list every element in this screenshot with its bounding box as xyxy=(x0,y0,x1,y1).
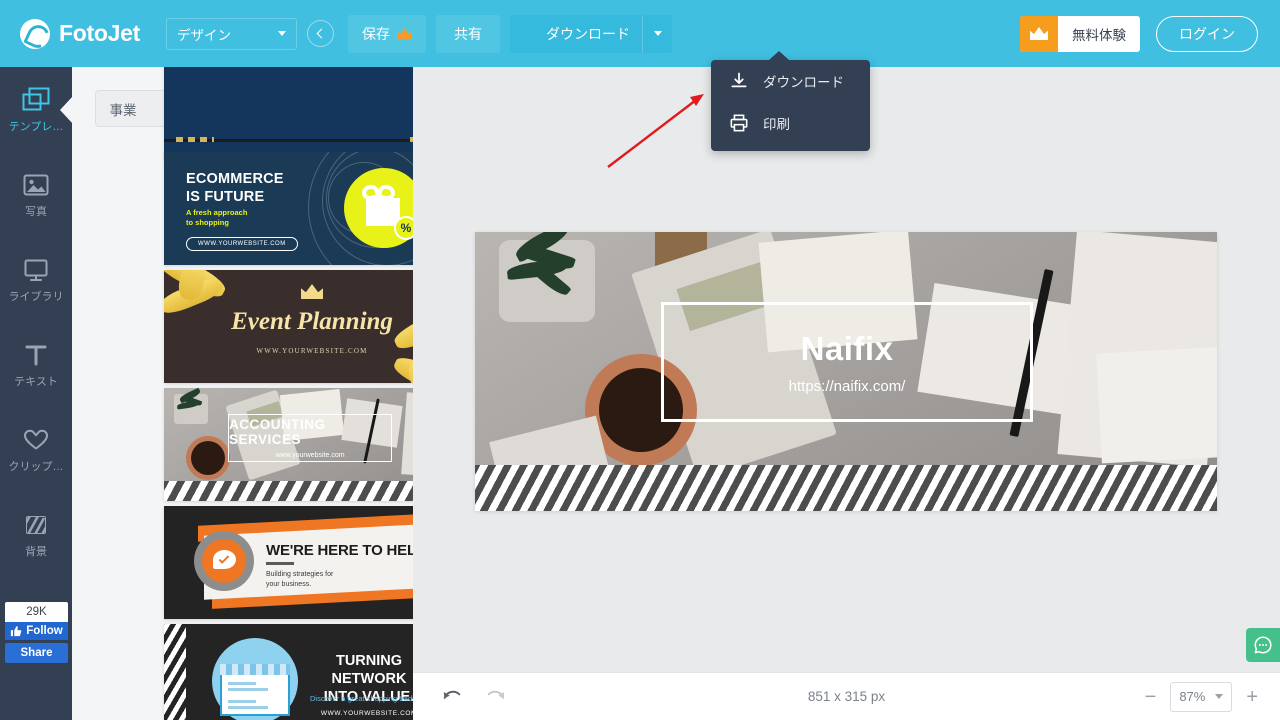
chevron-left-circle-icon xyxy=(316,28,327,39)
crown-icon xyxy=(397,28,412,39)
fotojet-swirl-icon xyxy=(20,18,50,49)
brand-logo-area[interactable]: FotoJet xyxy=(0,18,150,49)
save-button-label: 保存 xyxy=(362,25,390,42)
caret-down-icon xyxy=(278,31,286,36)
sidebar-item-clipart[interactable]: クリップ… xyxy=(0,407,72,492)
account-actions: 無料体験 ログイン xyxy=(1020,15,1280,52)
sidebar-item-background-label: 背景 xyxy=(25,546,47,558)
facebook-follow-button[interactable]: Follow xyxy=(5,622,68,640)
template-url: www.yourwebsite.com xyxy=(275,452,345,459)
zoom-level-value: 87% xyxy=(1179,689,1206,704)
canvas-url[interactable]: https://naifix.com/ xyxy=(789,378,906,395)
sidebar-item-templates[interactable]: テンプレ… xyxy=(0,67,72,152)
download-button[interactable]: ダウンロード xyxy=(510,14,672,53)
zoom-controls: − 87% + xyxy=(1145,681,1280,712)
crown-decor-icon xyxy=(301,284,323,299)
template-list[interactable]: % ECOMMERCE IS FUTURE A fresh approach t… xyxy=(72,67,413,720)
template-url: WWW.YOURWEBSITE.COM xyxy=(320,710,413,717)
template-card-turning-network[interactable]: TURNING NETWORK INTO VALUE. Discover a g… xyxy=(164,624,413,720)
zoom-out-button[interactable]: − xyxy=(1145,687,1157,707)
template-heading: WE'RE HERE TO HELP. xyxy=(266,542,413,559)
thumbs-up-icon xyxy=(11,626,22,637)
template-category-label: 事業 xyxy=(109,102,137,118)
template-subtitle: Building strategies for your business. xyxy=(266,571,334,589)
menu-item-download-label: ダウンロード xyxy=(763,75,844,90)
bottom-toolbar: 851 x 315 px − 87% + xyxy=(413,672,1280,720)
share-button[interactable]: 共有 xyxy=(436,14,500,53)
sidebar-item-photos-label: 写真 xyxy=(25,206,47,218)
template-card-partial[interactable] xyxy=(164,67,413,160)
login-button[interactable]: ログイン xyxy=(1156,15,1258,52)
menu-item-download[interactable]: ダウンロード xyxy=(711,60,870,102)
heart-clipart-icon xyxy=(22,425,50,455)
download-icon xyxy=(731,72,747,88)
design-dropdown[interactable]: デザイン xyxy=(166,17,297,50)
library-monitor-icon xyxy=(22,255,50,285)
template-card-accounting[interactable]: ACCOUNTING SERVICES www.yourwebsite.com xyxy=(164,388,413,501)
caret-down-icon xyxy=(653,31,662,36)
login-button-label: ログイン xyxy=(1179,25,1235,42)
menu-item-print-label: 印刷 xyxy=(763,117,790,132)
photo-icon xyxy=(22,170,50,200)
facebook-follower-count: 29K xyxy=(5,602,68,622)
zoom-level-dropdown[interactable]: 87% xyxy=(1170,681,1233,712)
template-url: WWW.YOURWEBSITE.COM xyxy=(256,347,368,355)
template-subtitle: A fresh approach to shopping xyxy=(186,208,248,228)
top-toolbar: FotoJet デザイン 保存 共有 ダウンロード 無料体験 ログイン xyxy=(0,0,1280,67)
fotojet-editor: FotoJet デザイン 保存 共有 ダウンロード 無料体験 ログイン ダウンロ… xyxy=(0,0,1280,720)
chat-support-button[interactable] xyxy=(1246,628,1280,662)
template-card-event-planning[interactable]: Event Planning WWW.YOURWEBSITE.COM xyxy=(164,270,413,383)
sidebar-item-library[interactable]: ライブラリ xyxy=(0,237,72,322)
template-subtitle: Discover a great shopping tradition. xyxy=(310,694,413,703)
back-button[interactable] xyxy=(307,20,334,47)
sidebar-item-text-label: テキスト xyxy=(14,376,58,388)
background-hatch-icon xyxy=(22,510,50,540)
sidebar-item-clipart-label: クリップ… xyxy=(8,461,64,473)
canvas-heading[interactable]: Naifix xyxy=(801,330,894,368)
caret-down-icon xyxy=(1215,694,1224,699)
facebook-follow-label: Follow xyxy=(26,625,63,637)
brand-name: FotoJet xyxy=(59,20,140,46)
canvas-text-box[interactable]: Naifix https://naifix.com/ xyxy=(661,302,1033,422)
template-card-ecommerce[interactable]: % ECOMMERCE IS FUTURE A fresh approach t… xyxy=(164,152,413,265)
template-heading: Event Planning xyxy=(231,308,393,335)
design-canvas[interactable]: Naifix https://naifix.com/ xyxy=(475,232,1217,511)
crown-icon xyxy=(1020,15,1058,52)
template-url: WWW.YOURWEBSITE.COM xyxy=(186,237,298,251)
free-trial-button[interactable]: 無料体験 xyxy=(1020,15,1140,52)
template-text-box: ACCOUNTING SERVICES www.yourwebsite.com xyxy=(228,414,392,462)
sidebar-item-photos[interactable]: 写真 xyxy=(0,152,72,237)
canvas-workspace[interactable]: Naifix https://naifix.com/ xyxy=(413,67,1280,672)
free-trial-label: 無料体験 xyxy=(1072,27,1126,43)
templates-icon xyxy=(21,85,51,115)
editor-actions: 保存 共有 ダウンロード xyxy=(307,14,672,53)
sidebar-item-background[interactable]: 背景 xyxy=(0,492,72,577)
template-heading: ACCOUNTING SERVICES xyxy=(229,417,326,447)
download-caret-button[interactable] xyxy=(642,14,672,53)
printer-icon xyxy=(730,114,748,132)
sidebar-item-text[interactable]: テキスト xyxy=(0,322,72,407)
design-dropdown-label: デザイン xyxy=(177,27,231,43)
share-button-label: 共有 xyxy=(454,25,482,42)
download-button-label: ダウンロード xyxy=(546,25,630,42)
download-dropdown-menu: ダウンロード 印刷 xyxy=(711,51,870,151)
text-t-icon xyxy=(23,340,49,370)
dropdown-pointer xyxy=(769,51,789,60)
percent-badge: % xyxy=(394,216,413,240)
template-card-here-to-help[interactable]: WE'RE HERE TO HELP. Building strategies … xyxy=(164,506,413,619)
save-button[interactable]: 保存 xyxy=(348,14,426,53)
template-heading: ECOMMERCE IS FUTURE xyxy=(186,171,284,206)
chat-bubble-icon xyxy=(1254,636,1272,654)
facebook-share-button[interactable]: Share xyxy=(5,643,68,663)
left-sidebar: テンプレ… 写真 ライブラリ テキスト クリップ… 背景 29K Follow … xyxy=(0,67,72,720)
sidebar-item-templates-label: テンプレ… xyxy=(8,121,64,133)
facebook-widget: 29K Follow Share xyxy=(5,602,68,663)
facebook-share-label: Share xyxy=(20,647,53,659)
sidebar-item-library-label: ライブラリ xyxy=(8,291,64,303)
menu-item-print[interactable]: 印刷 xyxy=(711,102,870,144)
templates-panel: 事業 % ECOMMERCE IS FUTURE A fresh approac… xyxy=(72,67,413,720)
zoom-in-button[interactable]: + xyxy=(1246,687,1258,707)
